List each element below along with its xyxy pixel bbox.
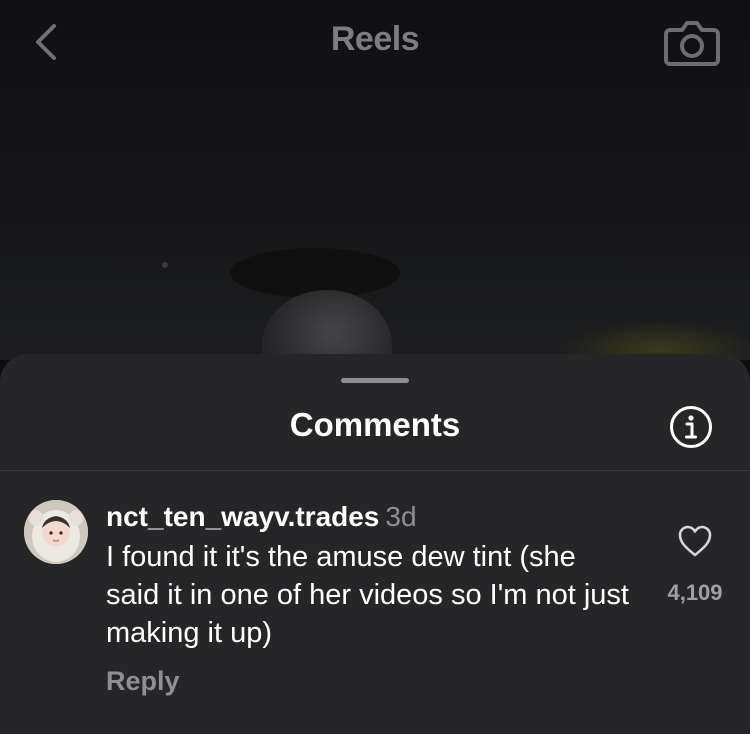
info-icon[interactable]: [668, 404, 714, 450]
comments-sheet: Comments nct_ten_wayv.trades 3d I found i…: [0, 354, 750, 734]
comment-time: 3d: [385, 501, 417, 532]
header-divider: [0, 470, 750, 471]
like-count: 4,109: [667, 580, 723, 605]
avatar-image: [24, 500, 88, 564]
video-light-dot: [162, 262, 168, 268]
comment-meta: nct_ten_wayv.trades 3d: [106, 500, 417, 534]
sheet-drag-handle[interactable]: [341, 378, 409, 383]
camera-icon[interactable]: [664, 16, 720, 68]
comment-item: nct_ten_wayv.trades 3d I found it it's th…: [0, 484, 750, 724]
page-title: Reels: [330, 20, 420, 58]
heart-icon[interactable]: [677, 524, 713, 558]
reply-button[interactable]: Reply: [106, 666, 180, 697]
sheet-title: Comments: [289, 406, 461, 443]
avatar[interactable]: [24, 500, 88, 564]
top-bar: Reels: [0, 0, 750, 88]
comment-username[interactable]: nct_ten_wayv.trades: [106, 501, 379, 532]
comment-text: I found it it's the amuse dew tint (she …: [106, 541, 629, 649]
